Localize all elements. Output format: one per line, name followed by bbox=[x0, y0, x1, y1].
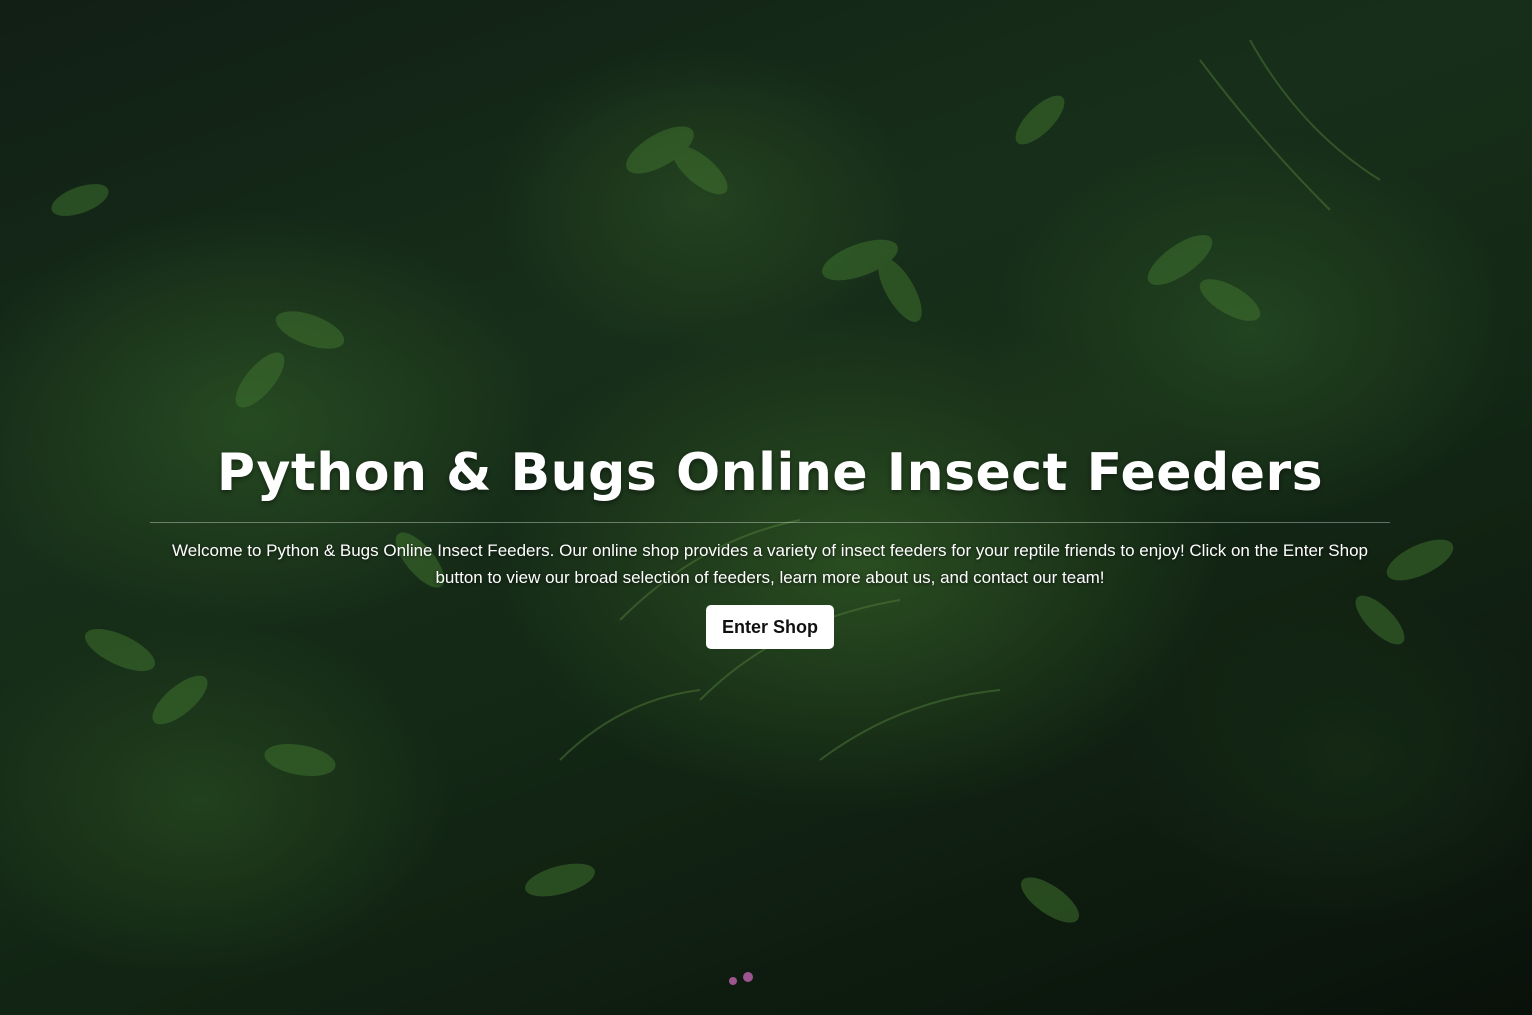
title-divider bbox=[150, 522, 1390, 523]
page-title: Python & Bugs Online Insect Feeders bbox=[216, 443, 1324, 503]
hero-section: Python & Bugs Online Insect Feeders Welc… bbox=[150, 440, 1390, 649]
enter-shop-button[interactable]: Enter Shop bbox=[705, 605, 834, 649]
hero-description: Welcome to Python & Bugs Online Insect F… bbox=[172, 541, 1368, 587]
